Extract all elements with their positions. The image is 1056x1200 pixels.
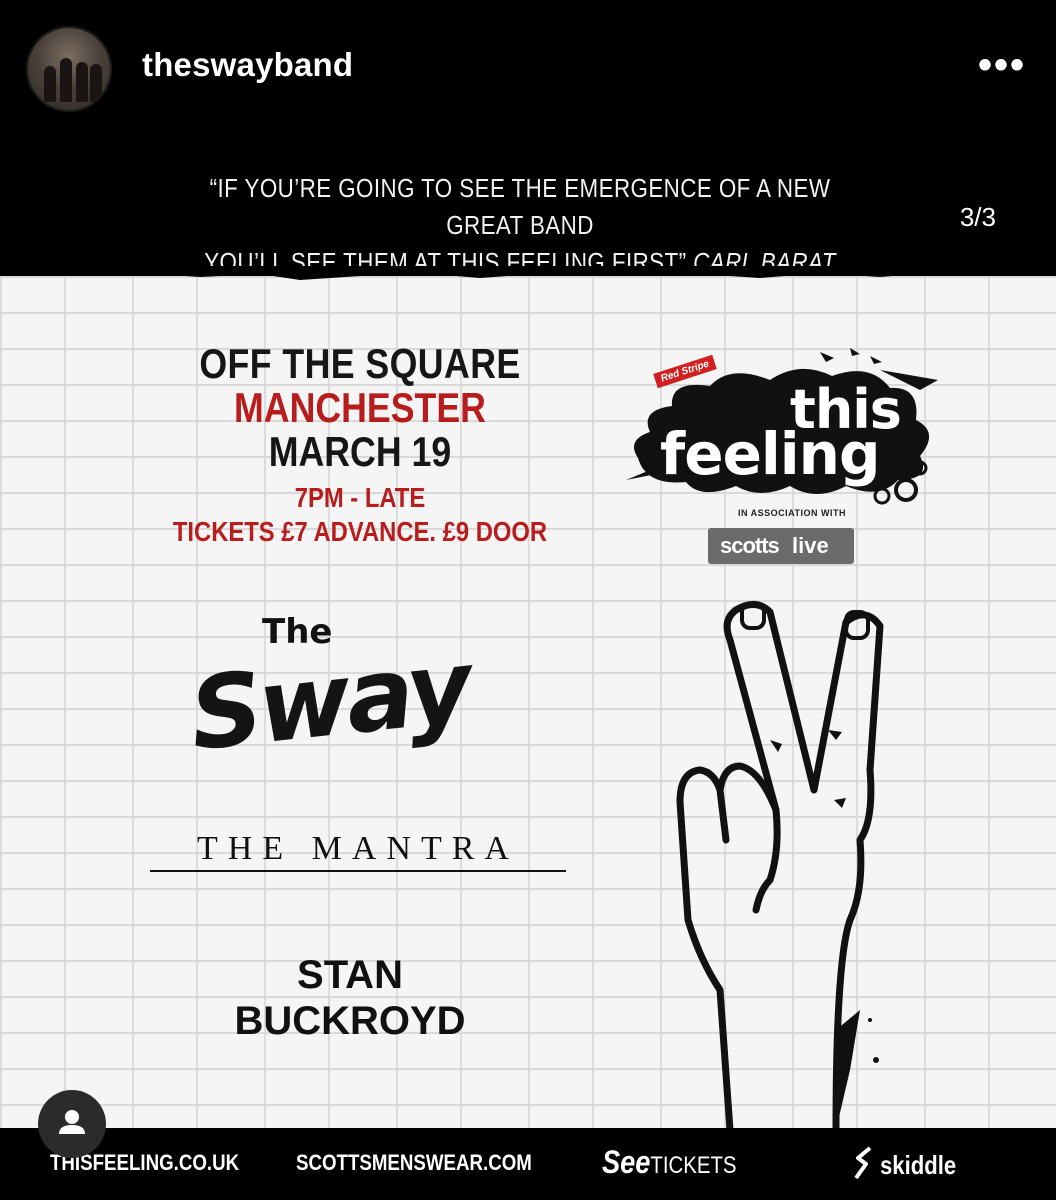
- sponsor-footer: THISFEELING.CO.UK SCOTTSMENSWEAR.COM See…: [0, 1128, 1056, 1200]
- tickets-text: TICKETS: [650, 1152, 737, 1179]
- tagged-users-button[interactable]: [38, 1090, 106, 1158]
- logo-text-feeling: feeling: [660, 420, 880, 488]
- user-icon: [59, 1110, 85, 1134]
- band-the-mantra: THE MANTRA: [150, 830, 566, 872]
- username-link[interactable]: theswayband: [142, 46, 353, 84]
- scotts-text: scotts: [720, 533, 780, 558]
- scottsmenswear-url: SCOTTSMENSWEAR.COM: [296, 1150, 532, 1175]
- event-info: OFF THE SQUARE MANCHESTER MARCH 19 7PM -…: [130, 340, 590, 548]
- scotts-live-logo: scotts live: [708, 528, 854, 564]
- quote-banner: “IF YOU’RE GOING TO SEE THE EMERGENCE OF…: [0, 140, 1056, 277]
- more-horizontal-icon[interactable]: •••: [978, 45, 1026, 85]
- band-sway-label: Sway: [184, 627, 474, 774]
- profile-avatar[interactable]: [26, 26, 112, 112]
- band-stan-label: STAN: [297, 953, 403, 997]
- city-name: MANCHESTER: [234, 384, 486, 431]
- skiddle-logo: skiddle: [880, 1150, 957, 1180]
- event-date: MARCH 19: [268, 428, 452, 475]
- skiddle-icon: [854, 1146, 872, 1180]
- post-image: “IF YOU’RE GOING TO SEE THE EMERGENCE OF…: [0, 140, 1056, 1200]
- post-header: theswayband •••: [0, 0, 1056, 140]
- band-buckroyd-label: BUCKROYD: [234, 999, 466, 1043]
- live-text: live: [792, 533, 829, 558]
- ticket-prices: TICKETS £7 ADVANCE. £9 DOOR: [172, 516, 548, 547]
- carousel-counter: 3/3: [959, 202, 996, 232]
- venue-name: OFF THE SQUARE: [199, 340, 521, 387]
- quote-text: “IF YOU’RE GOING TO SEE THE EMERGENCE OF…: [176, 170, 864, 281]
- see-text: See: [602, 1144, 651, 1180]
- torn-edge: [0, 266, 1056, 280]
- see-tickets-logo: SeeTICKETS: [602, 1144, 737, 1181]
- event-time: 7PM - LATE: [294, 482, 426, 513]
- band-the-sway: The Sway: [185, 604, 530, 773]
- band-stan-buckroyd: STAN BUCKROYD: [200, 952, 500, 1044]
- association-label: IN ASSOCIATION WITH: [738, 508, 846, 518]
- quote-line-1: “IF YOU’RE GOING TO SEE THE EMERGENCE OF…: [209, 173, 831, 240]
- peace-hand-illustration: [676, 601, 884, 1130]
